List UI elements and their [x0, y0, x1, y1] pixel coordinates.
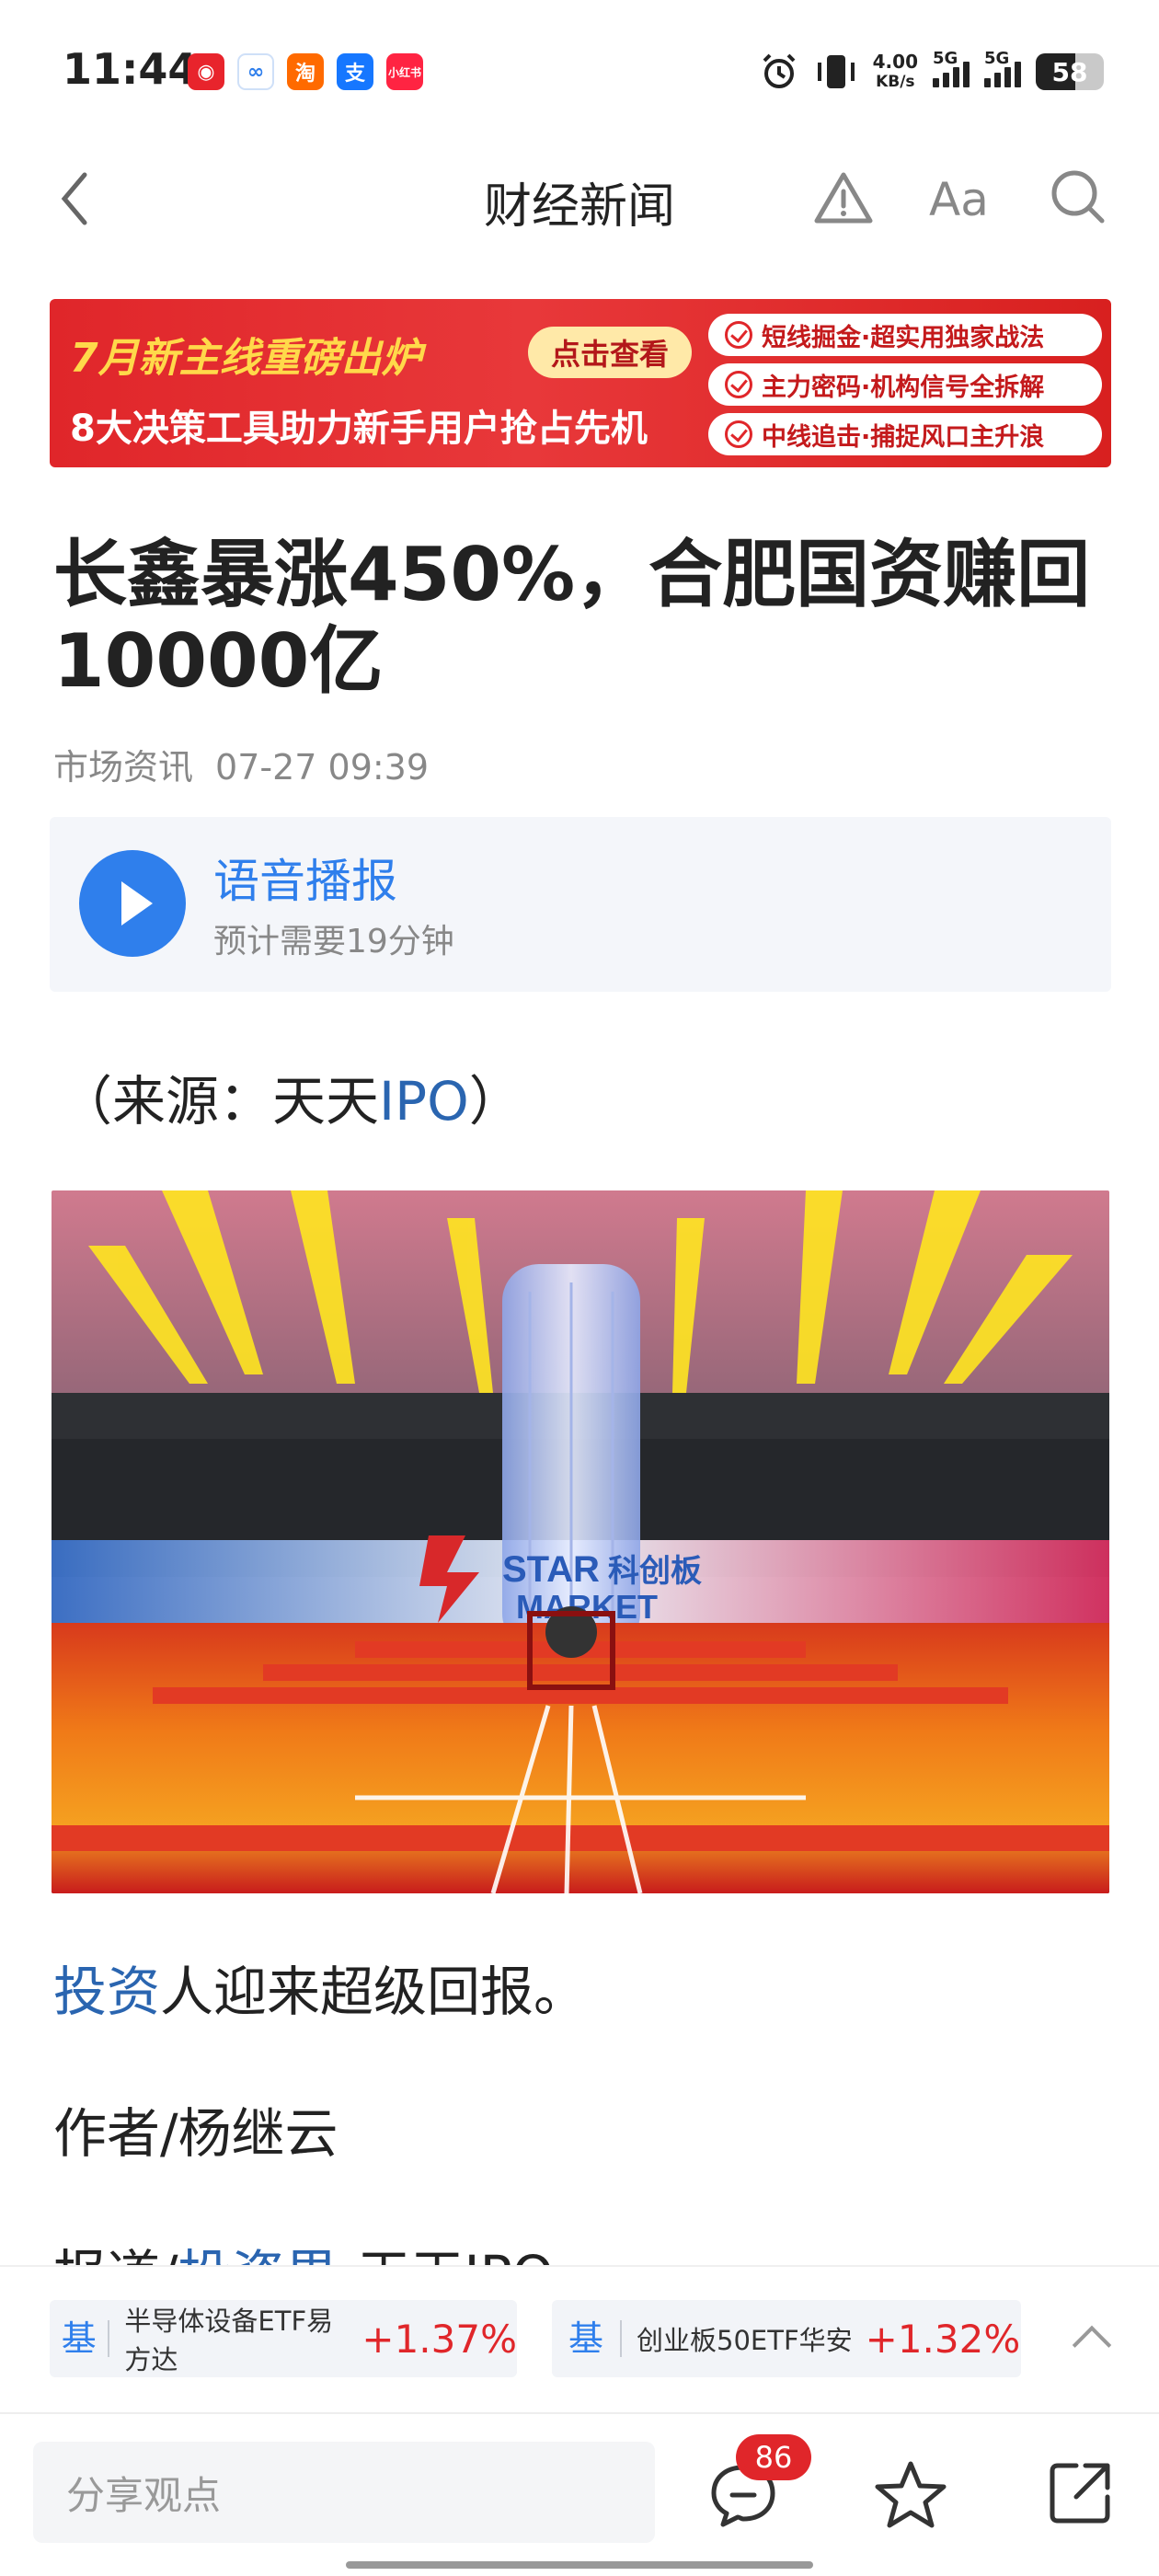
banner-headline: 7月新主线重磅出炉: [70, 335, 422, 382]
photo-star-text: STAR: [502, 1549, 600, 1590]
play-icon[interactable]: [79, 850, 186, 957]
battery-level: 58: [1051, 56, 1088, 87]
fund-change: +1.32%: [865, 2316, 1021, 2362]
article-photo[interactable]: STAR 科创板 MARKET: [52, 1190, 1109, 1893]
check-icon: [725, 321, 752, 349]
status-time: 11:44: [63, 44, 198, 94]
star-favorite-icon[interactable]: [874, 2458, 947, 2530]
source-suffix: ）: [468, 1070, 522, 1133]
signal-label: 5G: [933, 49, 958, 68]
article-paragraph: 投资人迎来超级回报。: [53, 1949, 587, 2026]
star-market-stage-image: STAR 科创板 MARKET: [52, 1190, 1109, 1893]
nav-bar: 财经新闻 Aa: [0, 147, 1159, 248]
fund-tag: 基: [50, 2320, 110, 2357]
check-icon: [725, 371, 752, 398]
banner-pill-label: 主力密码·机构信号全拆解: [762, 373, 1045, 402]
banner-pill-label: 短线掘金·超实用独家战法: [762, 323, 1045, 352]
network-speed: 4.00 KB/s: [873, 52, 918, 92]
share-opinion-input[interactable]: 分享观点: [33, 2442, 655, 2543]
banner-pill: 短线掘金·超实用独家战法: [708, 314, 1102, 356]
network-speed-value: 4.00: [872, 51, 918, 73]
banner-pill-label: 中线追击·捕捉风口主升浪: [762, 422, 1045, 452]
source-link[interactable]: IPO: [379, 1070, 469, 1133]
ad-banner[interactable]: 7月新主线重磅出炉 点击查看 8大决策工具助力新手用户抢占先机 短线掘金·超实用…: [50, 299, 1111, 467]
source-prefix: （来源：天天: [59, 1070, 380, 1133]
font-size-icon[interactable]: Aa: [929, 171, 993, 223]
article-headline: 长鑫暴涨450%，合肥国资赚回10000亿: [53, 532, 1091, 704]
chevron-up-icon[interactable]: [1072, 2325, 1112, 2365]
article-source[interactable]: 市场资讯: [53, 747, 193, 788]
battery-icon: 58: [1036, 53, 1104, 90]
search-icon[interactable]: [1049, 167, 1107, 226]
banner-pill: 中线追击·捕捉风口主升浪: [708, 413, 1102, 455]
signal-icon: 5G: [933, 49, 970, 87]
article-meta: 市场资讯 07-27 09:39: [53, 739, 429, 789]
fund-ticker-item[interactable]: 基 半导体设备ETF易方达 +1.37%: [50, 2300, 517, 2377]
svg-text:Aa: Aa: [929, 173, 989, 223]
audio-duration: 预计需要19分钟: [213, 923, 454, 960]
check-icon: [725, 420, 752, 448]
banner-view-button[interactable]: 点击查看: [528, 327, 692, 378]
comment-count-badge: 86: [736, 2434, 811, 2480]
xiaohongshu-icon: 小红书: [386, 53, 423, 90]
paragraph-text: 人迎来超级回报。: [160, 1961, 588, 2023]
article-datetime: 07-27 09:39: [215, 747, 430, 788]
home-indicator[interactable]: [346, 2561, 813, 2569]
fund-ticker-item[interactable]: 基 创业板50ETF华安 +1.32%: [552, 2300, 1021, 2377]
alarm-icon: [763, 53, 796, 88]
signal-label: 5G: [984, 49, 1010, 68]
article-author: 作者/杨继云: [53, 2102, 339, 2165]
infinity-app-icon: ∞: [237, 53, 274, 90]
audio-title: 语音播报: [213, 855, 397, 908]
status-bar: 11:44 ◉ ∞ 淘 支 小红书 4.00 KB/s 5G 5G 58: [0, 0, 1159, 138]
keyword-link[interactable]: 投资: [53, 1961, 160, 2023]
share-placeholder: 分享观点: [66, 2472, 222, 2518]
network-speed-unit: KB/s: [876, 73, 915, 91]
signal-icon: 5G: [984, 49, 1021, 87]
report-warning-icon[interactable]: [813, 169, 874, 226]
bottom-action-bar: 分享观点 86: [0, 2412, 1159, 2576]
system-indicators: 4.00 KB/s 5G 5G 58: [759, 46, 1104, 98]
banner-pill: 主力密码·机构信号全拆解: [708, 363, 1102, 406]
alipay-icon: 支: [337, 53, 373, 90]
taobao-icon: 淘: [287, 53, 324, 90]
article-source-line: （来源：天天IPO）: [59, 1058, 522, 1135]
fund-name: 半导体设备ETF易方达: [124, 2306, 334, 2375]
share-icon[interactable]: [1045, 2458, 1115, 2528]
fund-change: +1.37%: [361, 2316, 517, 2362]
netease-music-icon: ◉: [188, 53, 224, 90]
fund-ticker-bar: 基 半导体设备ETF易方达 +1.37% 基 创业板50ETF华安 +1.32%: [0, 2265, 1159, 2412]
photo-kcb-text: 科创板: [608, 1553, 702, 1590]
audio-broadcast-card[interactable]: 语音播报 预计需要19分钟: [50, 817, 1111, 992]
fund-tag: 基: [552, 2320, 622, 2357]
banner-subline: 8大决策工具助力新手用户抢占先机: [70, 408, 648, 450]
vibrate-icon: [817, 55, 855, 88]
fund-name: 创业板50ETF华安: [637, 2325, 853, 2356]
